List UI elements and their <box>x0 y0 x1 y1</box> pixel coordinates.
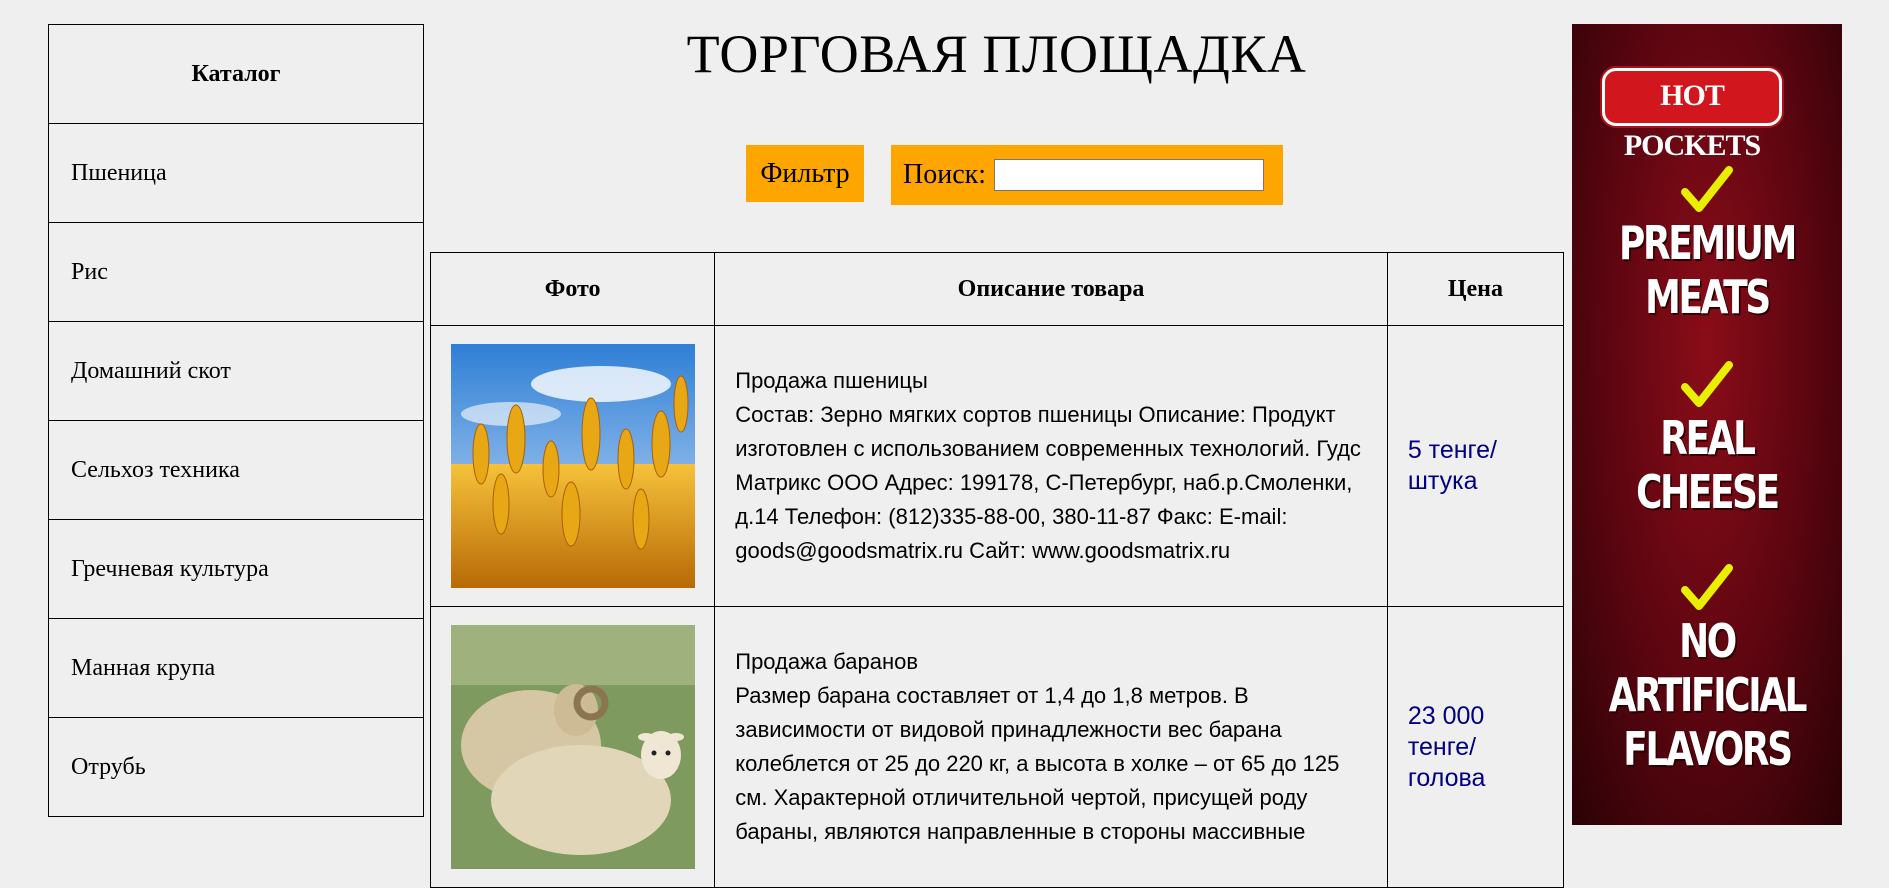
product-description: Продажа пшеницы Состав: Зерно мягких сор… <box>714 325 1388 607</box>
advertisement-banner[interactable]: HOT POCKETS PREMIUM MEATS REAL CHEESE NO… <box>1572 24 1842 825</box>
catalog-header: Каталог <box>49 25 423 124</box>
ad-line: PREMIUM <box>1619 216 1797 270</box>
catalog-item-livestock[interactable]: Домашний скот <box>49 322 423 421</box>
catalog-item-farm-machinery[interactable]: Сельхоз техника <box>49 421 423 520</box>
products-table: Фото Описание товара Цена Продажа пшениц… <box>429 252 1565 888</box>
search-box: Поиск: <box>891 145 1283 205</box>
ad-line: MEATS <box>1645 270 1771 324</box>
product-price: 5 тенге/ штука <box>1386 325 1565 607</box>
ad-line: CHEESE <box>1636 465 1780 519</box>
checkmark-icon <box>1681 166 1733 212</box>
filter-button[interactable]: Фильтр <box>746 145 864 202</box>
ad-line: REAL <box>1660 411 1756 465</box>
checkmark-icon <box>1681 564 1733 610</box>
ad-claim-1: PREMIUM MEATS <box>1572 164 1842 324</box>
product-title: Продажа баранов <box>735 649 919 674</box>
search-label: Поиск: <box>903 159 987 190</box>
catalog-item-bran[interactable]: Отрубь <box>49 718 423 817</box>
photo-cell <box>429 325 716 607</box>
catalog-item-wheat[interactable]: Пшеница <box>49 124 423 223</box>
search-input[interactable] <box>994 159 1265 191</box>
product-price: 23 000 тенге/ голова <box>1386 606 1565 888</box>
column-header-description: Описание товара <box>714 252 1388 326</box>
column-header-price: Цена <box>1386 252 1565 326</box>
product-details: Размер барана составляет от 1,4 до 1,8 м… <box>735 683 1340 844</box>
table-row: Продажа пшеницы Состав: Зерно мягких сор… <box>429 325 1565 607</box>
ad-claim-2: REAL CHEESE <box>1572 359 1842 519</box>
catalog-item-buckwheat[interactable]: Гречневая культура <box>49 520 423 619</box>
page-title: ТОРГОВАЯ ПЛОЩАДКА <box>686 24 1307 84</box>
table-row: Продажа баранов Размер барана составляет… <box>429 606 1565 888</box>
product-title: Продажа пшеницы <box>735 368 928 393</box>
ad-claim-3: NO ARTIFICIAL FLAVORS <box>1572 562 1842 776</box>
product-description: Продажа баранов Размер барана составляет… <box>714 606 1388 888</box>
catalog-item-rice[interactable]: Рис <box>49 223 423 322</box>
column-header-photo: Фото <box>429 252 716 326</box>
wheat-photo[interactable] <box>451 344 695 588</box>
sheep-photo[interactable] <box>451 625 695 869</box>
photo-cell <box>429 606 716 888</box>
catalog-sidebar: Каталог Пшеница Рис Домашний скот Сельхо… <box>48 24 424 817</box>
ad-logo: HOT POCKETS <box>1602 68 1782 162</box>
ad-line: FLAVORS <box>1623 722 1793 776</box>
checkmark-icon <box>1681 361 1733 407</box>
catalog-item-semolina[interactable]: Манная крупа <box>49 619 423 718</box>
table-header-row: Фото Описание товара Цена <box>429 252 1565 326</box>
product-details: Состав: Зерно мягких сортов пшеницы Опис… <box>735 402 1361 563</box>
ad-line: NO ARTIFICIAL <box>1608 614 1808 722</box>
